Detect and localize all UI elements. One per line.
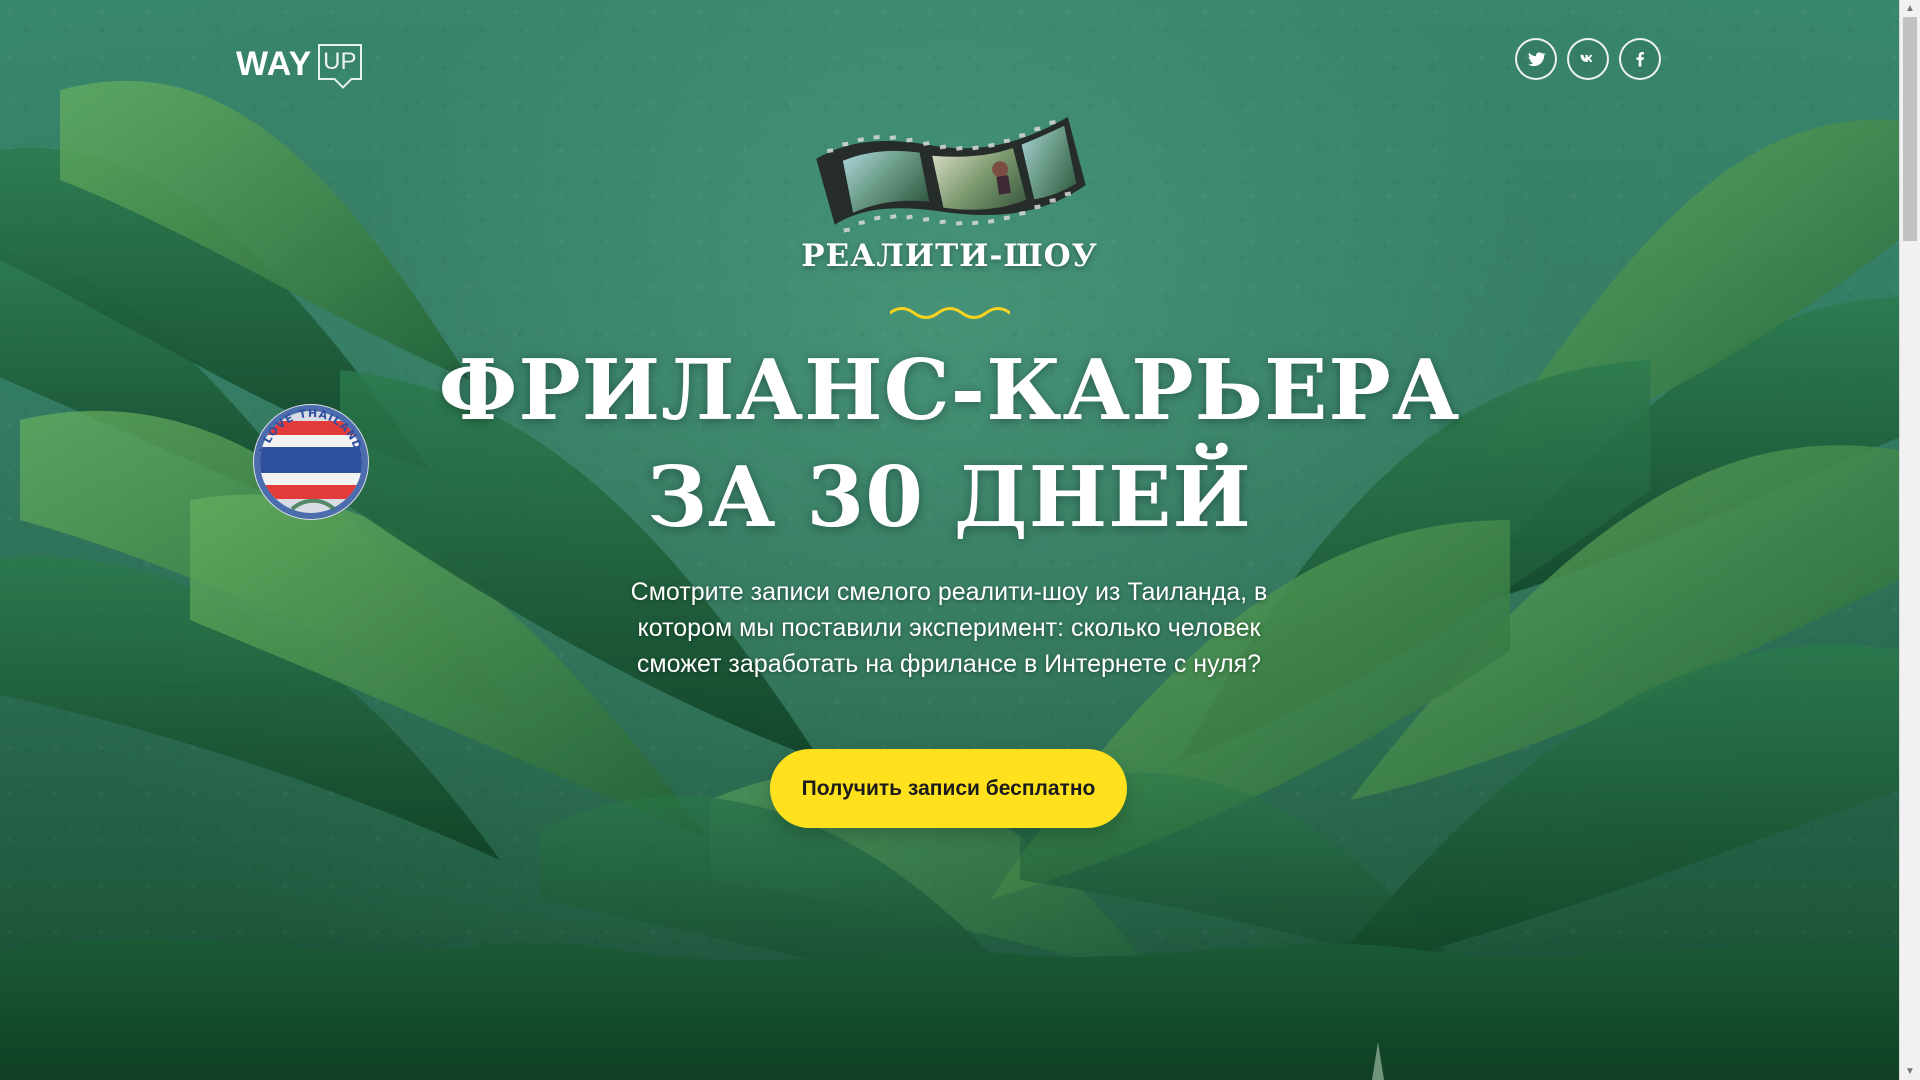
scroll-up-arrow-icon[interactable]: ▲ (1900, 0, 1920, 17)
decorative-wave-divider (890, 307, 1010, 319)
get-records-free-button[interactable]: Получить записи бесплатно (770, 749, 1127, 828)
browser-viewport: WAY UP РЕАЛИТИ-ШОУ ФРИЛАНС-КАРЬЕРА ЗА 30… (0, 0, 1920, 1080)
scroll-down-arrow-icon[interactable]: ▼ (1900, 1063, 1920, 1080)
thailand-stamp: I LOVE THAILAND (253, 404, 369, 520)
hero-description: Смотрите записи смелого реалити-шоу из Т… (630, 578, 1268, 678)
hero-section: WAY UP РЕАЛИТИ-ШОУ ФРИЛАНС-КАРЬЕРА ЗА 30… (0, 0, 1899, 1080)
hero-content: РЕАЛИТИ-ШОУ ФРИЛАНС-КАРЬЕРА ЗА 30 ДНЕЙ С… (0, 0, 1899, 1080)
vertical-scrollbar[interactable]: ▲ ▼ (1899, 0, 1920, 1080)
reality-show-label: РЕАЛИТИ-ШОУ (801, 238, 1098, 274)
scroll-thumb[interactable] (1903, 17, 1917, 241)
